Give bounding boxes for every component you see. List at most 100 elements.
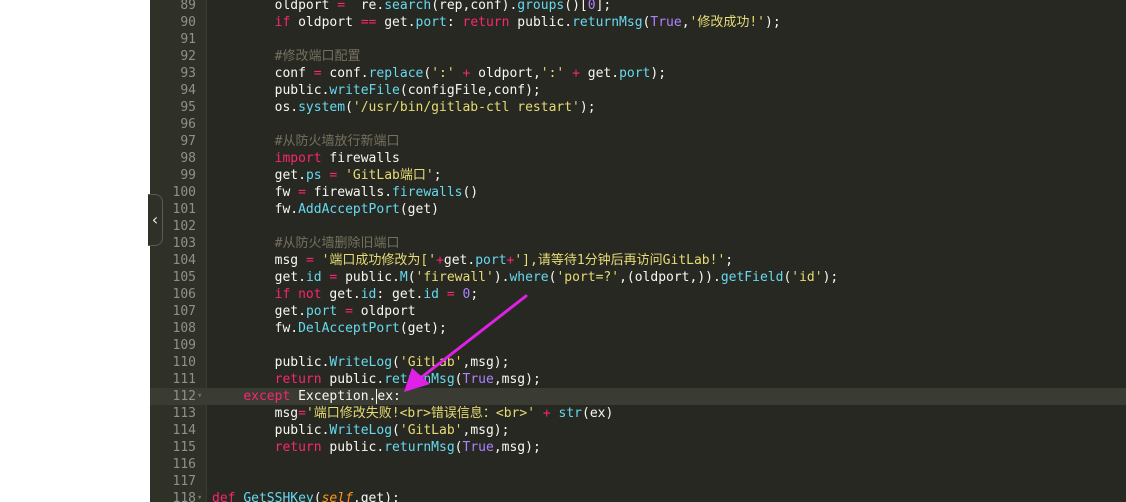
collapse-sidebar-button[interactable]: ‹ <box>148 194 163 246</box>
code-token: returnMsg <box>572 15 643 30</box>
code-line[interactable]: 115 return public.returnMsg(True,msg); <box>150 439 1126 456</box>
code-line[interactable]: 95 os.system('/usr/bin/gitlab-ctl restar… <box>150 99 1126 116</box>
code-line[interactable]: 100 fw = firewalls.firewalls() <box>150 184 1126 201</box>
code-token: (get) <box>399 202 439 217</box>
code-token: port <box>619 66 651 81</box>
line-number: 110 <box>172 355 196 370</box>
code-text[interactable]: #修改端口配置 <box>212 48 361 65</box>
code-token: 'GitLab' <box>399 423 463 438</box>
code-line[interactable]: 113 msg='端口修改失败!<br>错误信息：<br>' + str(ex) <box>150 405 1126 422</box>
code-token: public. <box>274 423 330 438</box>
code-token: ; <box>470 287 479 302</box>
code-token: replace <box>368 66 424 81</box>
code-token: get. <box>274 304 306 319</box>
code-text[interactable]: return public.returnMsg(True,msg); <box>212 439 541 456</box>
code-token: (get); <box>399 321 447 336</box>
line-number: 115 <box>172 440 196 455</box>
line-number: 104 <box>172 253 196 268</box>
line-number: 106 <box>172 287 196 302</box>
line-number: 114 <box>172 423 196 438</box>
code-token: ( <box>392 423 400 438</box>
line-number: 99 <box>180 168 196 183</box>
code-text[interactable]: #从防火墙放行新端口 <box>212 133 400 150</box>
code-token: #从防火墙删除旧端口 <box>274 236 400 251</box>
code-line[interactable]: 94 public.writeFile(configFile,conf); <box>150 82 1126 99</box>
line-number: 98 <box>180 151 196 166</box>
fold-arrow-icon[interactable]: ▾ <box>197 490 202 502</box>
code-line[interactable]: 101 fw.AddAcceptPort(get) <box>150 201 1126 218</box>
code-token: str <box>558 406 582 421</box>
code-line[interactable]: 106 if not get.id: get.id = 0; <box>150 286 1126 303</box>
code-text[interactable]: if oldport == get.port: return public.re… <box>212 14 781 31</box>
code-token: + <box>454 66 479 81</box>
code-line[interactable]: 103 #从防火墙删除旧端口 <box>150 235 1126 252</box>
code-token: ,msg); <box>493 372 541 387</box>
code-line[interactable]: 93 conf = conf.replace(':' + oldport,':'… <box>150 65 1126 82</box>
code-token: firewalls. <box>305 185 393 200</box>
code-text[interactable]: get.port = oldport <box>212 303 416 320</box>
code-text[interactable]: msg='端口修改失败!<br>错误信息：<br>' + str(ex) <box>212 405 614 422</box>
line-number: 116 <box>172 457 196 472</box>
code-token: oldport <box>290 15 361 30</box>
code-text[interactable]: if not get.id: get.id = 0; <box>212 286 479 303</box>
code-text[interactable]: except Exception.ex: <box>212 388 401 405</box>
code-token: public. <box>321 372 385 387</box>
code-token: if <box>274 15 291 30</box>
code-text[interactable]: conf = conf.replace(':' + oldport,':' + … <box>212 65 666 82</box>
code-line[interactable]: 112 ▾ except Exception.ex: <box>150 388 1126 405</box>
code-text[interactable]: fw.DelAcceptPort(get); <box>212 320 447 337</box>
code-line[interactable]: 97 #从防火墙放行新端口 <box>150 133 1126 150</box>
code-token: ,(oldport,)). <box>619 270 721 285</box>
code-text[interactable]: get.ps = 'GitLab端口'; <box>212 167 442 184</box>
code-editor[interactable]: 89 oldport = re.search(rep,conf).groups(… <box>150 0 1126 502</box>
code-line[interactable]: 90 if oldport == get.port: return public… <box>150 14 1126 31</box>
line-number: 90 <box>180 15 196 30</box>
code-line[interactable]: 118 ▾ def GetSSHKey(self,get): <box>150 490 1126 502</box>
line-number: 107 <box>172 304 196 319</box>
line-number: 96 <box>180 117 196 132</box>
fold-arrow-icon[interactable]: ▾ <box>197 388 202 405</box>
code-line[interactable]: 96 <box>150 116 1126 133</box>
code-line[interactable]: 107 get.port = oldport <box>150 303 1126 320</box>
code-text[interactable]: public.WriteLog('GitLab',msg); <box>212 354 510 371</box>
code-line[interactable]: 104 msg = '端口成功修改为['+get.port+'],请等待1分钟后… <box>150 252 1126 269</box>
line-number: 112 <box>172 389 196 404</box>
code-line[interactable]: 92 #修改端口配置 <box>150 48 1126 65</box>
code-text[interactable]: msg = '端口成功修改为['+get.port+'],请等待1分钟后再访问G… <box>212 252 733 269</box>
code-token: '],请等待1分钟后再访问GitLab!' <box>514 253 726 268</box>
code-text[interactable]: #从防火墙删除旧端口 <box>212 235 400 252</box>
code-text[interactable]: public.writeFile(configFile,conf); <box>212 82 541 99</box>
code-token: ); <box>650 66 667 81</box>
code-text[interactable]: os.system('/usr/bin/gitlab-ctl restart')… <box>212 99 596 116</box>
code-token: except <box>243 389 291 404</box>
code-text[interactable]: get.id = public.M('firewall').where('por… <box>212 269 839 286</box>
code-line[interactable]: 116 <box>150 456 1126 473</box>
code-line[interactable]: 108 fw.DelAcceptPort(get); <box>150 320 1126 337</box>
code-line[interactable]: 109 <box>150 337 1126 354</box>
code-line[interactable]: 99 get.ps = 'GitLab端口'; <box>150 167 1126 184</box>
code-token: (configFile,conf); <box>399 83 541 98</box>
code-token: oldport <box>360 304 416 319</box>
code-line[interactable]: 110 public.WriteLog('GitLab',msg); <box>150 354 1126 371</box>
code-token: + <box>535 406 559 421</box>
code-text[interactable]: return public.returnMsg(True,msg); <box>212 371 541 388</box>
code-text[interactable]: def GetSSHKey(self,get): <box>212 490 400 502</box>
code-token: msg <box>274 406 299 421</box>
code-line[interactable]: 114 public.WriteLog('GitLab',msg); <box>150 422 1126 439</box>
code-text[interactable]: public.WriteLog('GitLab',msg); <box>212 422 510 439</box>
code-line[interactable]: 89 oldport = re.search(rep,conf).groups(… <box>150 0 1126 14</box>
code-line[interactable]: 91 <box>150 31 1126 48</box>
code-text[interactable]: fw = firewalls.firewalls() <box>212 184 479 201</box>
line-number: 95 <box>180 100 196 115</box>
code-token: = <box>298 185 306 200</box>
code-line[interactable]: 102 <box>150 218 1126 235</box>
code-text[interactable]: oldport = re.search(rep,conf).groups()[0… <box>212 0 612 14</box>
code-text[interactable]: fw.AddAcceptPort(get) <box>212 201 439 218</box>
code-token: port <box>415 15 447 30</box>
code-line[interactable]: 105 get.id = public.M('firewall').where(… <box>150 269 1126 286</box>
code-text[interactable]: import firewalls <box>212 150 400 167</box>
code-line[interactable]: 111 return public.returnMsg(True,msg); <box>150 371 1126 388</box>
code-line[interactable]: 98 import firewalls <box>150 150 1126 167</box>
code-line[interactable]: 117 <box>150 473 1126 490</box>
code-token: conf. <box>321 66 369 81</box>
